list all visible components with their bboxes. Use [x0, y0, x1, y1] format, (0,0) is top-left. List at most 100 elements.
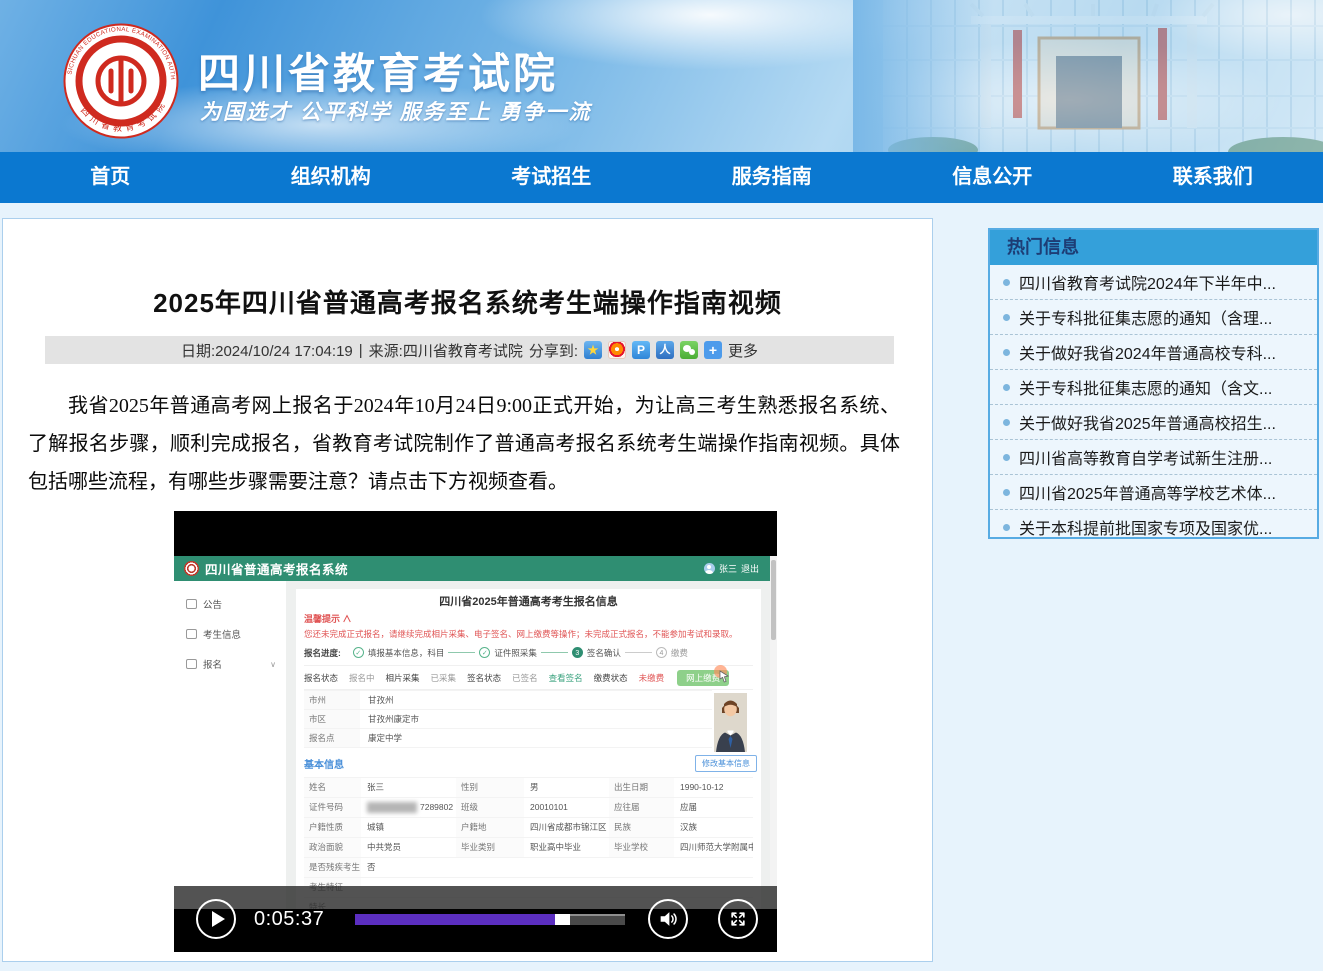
main-nav: 首页 组织机构 考试招生 服务指南 信息公开 联系我们 [0, 152, 1323, 203]
article-meta-bar: 日期:2024/10/24 17:04:19 | 来源:四川省教育考试院 分享到… [45, 336, 894, 364]
more-share-icon[interactable]: + [704, 341, 722, 359]
bullet-icon [1003, 454, 1010, 461]
bullet-icon [1003, 419, 1010, 426]
bullet-icon [1003, 314, 1010, 321]
renren-share-icon[interactable]: 人 [656, 341, 674, 359]
step-label: 证件照采集 [494, 647, 537, 659]
table-row: 市州 甘孜州 [304, 691, 712, 710]
play-button[interactable] [196, 899, 236, 939]
hot-info-item[interactable]: 四川省2025年普通高等学校艺术体... [990, 475, 1317, 510]
table-row: 报名点 康定中学 [304, 729, 712, 748]
info-label: 性别 [456, 778, 524, 797]
hot-info-item[interactable]: 关于做好我省2024年普通高校专科... [990, 335, 1317, 370]
cursor-icon [719, 670, 729, 683]
article-source: 来源:四川省教育考试院 [369, 340, 523, 361]
fullscreen-button[interactable] [718, 899, 758, 939]
video-timestamp: 0:05:37 [254, 908, 324, 931]
hot-info-link[interactable]: 关于做好我省2025年普通高校招生... [1019, 410, 1276, 434]
p-share-icon[interactable]: P [632, 341, 650, 359]
nav-item-contact[interactable]: 联系我们 [1103, 152, 1323, 203]
sys-menu-registration: 报名 ∨ [174, 649, 286, 679]
article-date: 日期:2024/10/24 17:04:19 [181, 340, 353, 361]
sys-user-name: 张三 [719, 562, 737, 575]
nav-item-disclosure[interactable]: 信息公开 [882, 152, 1103, 203]
weibo-share-icon[interactable] [608, 341, 626, 359]
status-value: 报名中 [349, 672, 375, 684]
basic-info-label: 基本信息 [304, 756, 344, 771]
progress-label: 报名进度: [304, 647, 341, 659]
site-logo[interactable]: SICHUAN EDUCATIONAL EXAMINATION AUTHORIT… [62, 22, 180, 140]
hot-info-panel: 热门信息 四川省教育考试院2024年下半年中... 关于专科批征集志愿的通知（含… [988, 228, 1319, 539]
nav-item-services[interactable]: 服务指南 [662, 152, 883, 203]
fullscreen-icon [728, 909, 748, 929]
volume-button[interactable] [648, 899, 688, 939]
info-value: 1990-10-12 [674, 778, 753, 797]
loc-value: 甘孜州 [360, 691, 394, 709]
info-value: 7289802 [361, 798, 456, 817]
info-value: 四川省成都市锦江区 [524, 818, 609, 837]
info-label: 证件号码 [304, 798, 361, 817]
nav-item-enrollment[interactable]: 考试招生 [441, 152, 662, 203]
sys-content-panel: 四川省2025年普通高考考生报名信息 温馨提示 ∧ 您还未完成正式报名，请继续完… [296, 589, 761, 909]
step-label: 签名确认 [587, 647, 621, 659]
info-value: 否 [361, 858, 753, 877]
hot-info-link[interactable]: 四川省高等教育自学考试新生注册... [1019, 445, 1272, 469]
progress-fill [355, 914, 555, 925]
step-label: 填报基本信息，科目 [368, 647, 445, 659]
info-value: 职业高中毕业 [524, 838, 609, 857]
hot-info-link[interactable]: 关于专科批征集志愿的通知（含理... [1019, 305, 1272, 329]
status-label: 缴费状态 [594, 672, 628, 684]
building-photo [853, 0, 1323, 152]
qzone-share-icon[interactable]: ★ [584, 341, 602, 359]
bullet-icon [1003, 524, 1010, 531]
table-row: 市区 甘孜州康定市 [304, 710, 712, 729]
hot-info-link[interactable]: 四川省2025年普通高等学校艺术体... [1019, 480, 1276, 504]
hot-info-item[interactable]: 关于做好我省2025年普通高校招生... [990, 405, 1317, 440]
unpaid-status: 未缴费 [639, 672, 665, 684]
info-label: 班级 [456, 798, 524, 817]
bullet-icon [1003, 279, 1010, 286]
info-label: 姓名 [304, 778, 361, 797]
site-title: 四川省教育考试院 [198, 40, 558, 101]
nav-item-organization[interactable]: 组织机构 [221, 152, 442, 203]
page: SICHUAN EDUCATIONAL EXAMINATION AUTHORIT… [0, 0, 1323, 971]
hot-info-link[interactable]: 四川省教育考试院2024年下半年中... [1019, 270, 1276, 294]
sys-user-area: 张三 退出 [704, 562, 759, 575]
table-row: 是否残疾考生 否 [304, 858, 753, 878]
video-player[interactable]: 四川省普通高考报名系统 张三 退出 公告 [174, 511, 777, 952]
hot-info-item[interactable]: 关于本科提前批国家专项及国家优... [990, 510, 1317, 544]
share-more-label[interactable]: 更多 [728, 340, 758, 361]
volume-icon [657, 908, 679, 930]
hot-info-link[interactable]: 关于本科提前批国家专项及国家优... [1019, 515, 1272, 539]
step-connector [625, 652, 652, 653]
info-value: 四川师范大学附属中学 [674, 838, 753, 857]
sys-logo-icon [184, 561, 199, 576]
hot-info-item[interactable]: 关于专科批征集志愿的通知（含理... [990, 300, 1317, 335]
wechat-share-icon[interactable] [680, 341, 698, 359]
edit-basic-info-button: 修改基本信息 [695, 755, 757, 772]
hot-info-item[interactable]: 关于专科批征集志愿的通知（含文... [990, 370, 1317, 405]
video-progress-bar[interactable] [355, 914, 625, 925]
info-label: 民族 [609, 818, 674, 837]
hot-info-title: 热门信息 [990, 230, 1317, 265]
step-connector [448, 652, 475, 653]
hot-info-link[interactable]: 关于专科批征集志愿的通知（含文... [1019, 375, 1272, 399]
sys-scrollbar [770, 556, 777, 909]
controls-backdrop [174, 886, 777, 909]
info-label: 毕业类别 [456, 838, 524, 857]
bullet-icon [1003, 349, 1010, 356]
info-value: 张三 [361, 778, 456, 797]
site-slogan: 为国选才 公平科学 服务至上 勇争一流 [200, 96, 592, 126]
sys-status-row: 报名状态 报名中 相片采集 已采集 签名状态 已签名 查看签名 缴费状态 未缴费… [304, 665, 753, 690]
nav-item-home[interactable]: 首页 [0, 152, 221, 203]
hot-info-item[interactable]: 四川省教育考试院2024年下半年中... [990, 265, 1317, 300]
meta-separator: | [359, 342, 363, 359]
info-label: 出生日期 [609, 778, 674, 797]
chevron-down-icon: ∨ [270, 660, 276, 669]
sys-menu-label: 考生信息 [203, 627, 241, 641]
hot-info-item[interactable]: 四川省高等教育自学考试新生注册... [990, 440, 1317, 475]
hot-info-link[interactable]: 关于做好我省2024年普通高校专科... [1019, 340, 1276, 364]
candidate-id-photo [714, 693, 747, 752]
progress-handle[interactable] [555, 914, 570, 925]
status-label: 相片采集 [386, 672, 420, 684]
